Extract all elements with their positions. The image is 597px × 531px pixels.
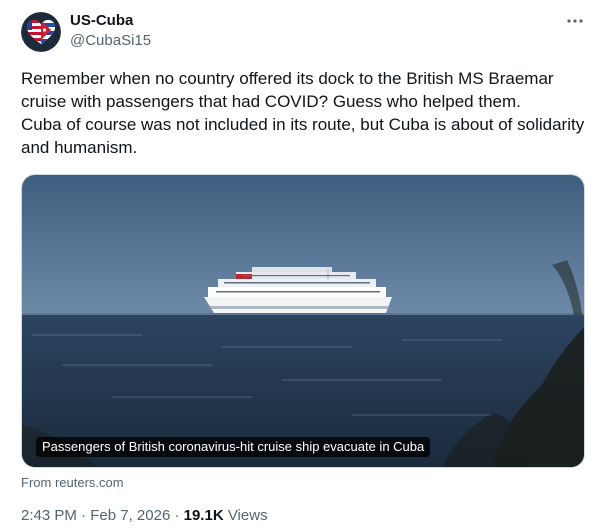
avatar[interactable] bbox=[21, 12, 61, 52]
tweet-text: Remember when no country offered its doc… bbox=[21, 67, 585, 159]
link-card[interactable]: Passengers of British coronavirus-hit cr… bbox=[21, 174, 585, 468]
more-options-icon bbox=[567, 19, 583, 23]
author-name[interactable]: US-Cuba bbox=[70, 12, 151, 30]
tweet-meta: 2:43 PM · Feb 7, 2026 · 19.1K Views bbox=[21, 506, 268, 526]
card-source[interactable]: From reuters.com bbox=[21, 475, 124, 491]
cruise-ship-photo bbox=[22, 175, 584, 467]
tweet-text-line: Remember when no country offered its doc… bbox=[21, 69, 554, 88]
tweet-date[interactable]: Feb 7, 2026 bbox=[90, 507, 170, 524]
tweet-time[interactable]: 2:43 PM bbox=[21, 507, 77, 524]
meta-separator: · bbox=[81, 507, 87, 524]
tweet-text-line: Cuba of course was not included in its r… bbox=[21, 115, 585, 134]
views-label: Views bbox=[227, 507, 268, 524]
flag-heart-icon bbox=[21, 12, 61, 52]
meta-separator: · bbox=[174, 507, 180, 524]
author-handle[interactable]: @CubaSi15 bbox=[70, 31, 151, 51]
views-count: 19.1K bbox=[183, 507, 224, 524]
tweet: US-Cuba @CubaSi15 Remember when no count… bbox=[0, 0, 597, 531]
card-caption: Passengers of British coronavirus-hit cr… bbox=[36, 437, 431, 457]
author-block: US-Cuba @CubaSi15 bbox=[70, 12, 151, 51]
tweet-text-line: and humanism. bbox=[21, 138, 138, 157]
tweet-text-line: cruise with passengers that had COVID? G… bbox=[21, 92, 521, 111]
more-options-button[interactable] bbox=[561, 10, 589, 32]
